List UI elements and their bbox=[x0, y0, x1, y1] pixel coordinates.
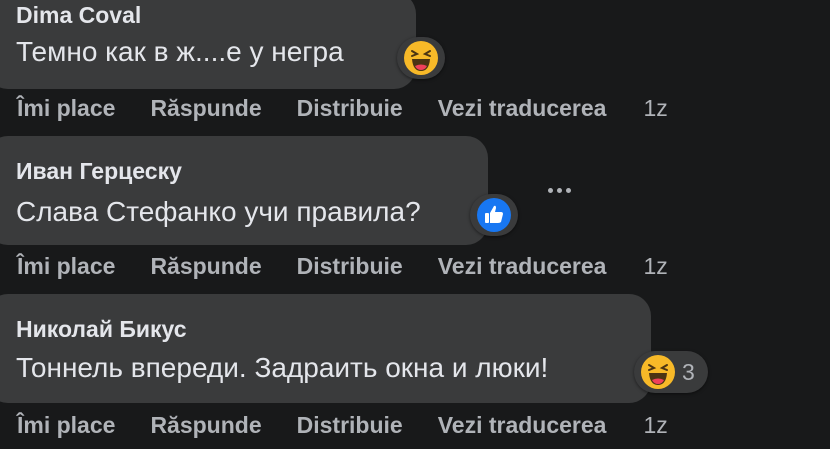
comment-actions: Îmi place Răspunde Distribuie Vezi tradu… bbox=[17, 95, 668, 122]
ellipsis-icon bbox=[547, 187, 553, 193]
timestamp[interactable]: 1z bbox=[643, 253, 667, 280]
timestamp[interactable]: 1z bbox=[643, 412, 667, 439]
like-reaction-icon bbox=[477, 198, 511, 232]
reply-action[interactable]: Răspunde bbox=[150, 412, 261, 439]
translate-action[interactable]: Vezi traducerea bbox=[438, 412, 607, 439]
ellipsis-dot bbox=[556, 187, 562, 193]
like-action[interactable]: Îmi place bbox=[17, 412, 115, 439]
ellipsis-dot bbox=[565, 187, 571, 193]
translate-action[interactable]: Vezi traducerea bbox=[438, 95, 607, 122]
comment-text: Темно как в ж....е у негра bbox=[16, 36, 344, 67]
comment-bubble: Николай Бикус Тоннель впереди. Задраить … bbox=[0, 294, 651, 403]
reaction-count: 3 bbox=[682, 358, 695, 385]
comment-bubble: Dima Coval Темно как в ж....е у негра bbox=[0, 0, 416, 89]
comment-author[interactable]: Dima Coval bbox=[16, 2, 141, 29]
reaction-summary[interactable]: 3 bbox=[634, 351, 708, 393]
timestamp[interactable]: 1z bbox=[643, 95, 667, 122]
haha-reaction-icon bbox=[641, 355, 675, 389]
comment-text: Слава Стефанко учи правила? bbox=[16, 196, 421, 227]
reaction-summary[interactable] bbox=[397, 37, 445, 79]
comment-actions: Îmi place Răspunde Distribuie Vezi tradu… bbox=[17, 253, 668, 280]
comment-bubble: Иван Герцеску Слава Стефанко учи правила… bbox=[0, 136, 488, 245]
comment-text: Тоннель впереди. Задраить окна и люки! bbox=[16, 352, 549, 383]
reply-action[interactable]: Răspunde bbox=[150, 95, 261, 122]
share-action[interactable]: Distribuie bbox=[297, 95, 403, 122]
haha-reaction-icon bbox=[404, 41, 438, 75]
like-action[interactable]: Îmi place bbox=[17, 95, 115, 122]
share-action[interactable]: Distribuie bbox=[297, 412, 403, 439]
comment-author[interactable]: Иван Герцеску bbox=[16, 158, 182, 185]
comment-actions: Îmi place Răspunde Distribuie Vezi tradu… bbox=[17, 412, 668, 439]
reply-action[interactable]: Răspunde bbox=[150, 253, 261, 280]
reaction-summary[interactable] bbox=[470, 194, 518, 236]
share-action[interactable]: Distribuie bbox=[297, 253, 403, 280]
translate-action[interactable]: Vezi traducerea bbox=[438, 253, 607, 280]
more-options-button[interactable] bbox=[542, 176, 576, 204]
comment-author[interactable]: Николай Бикус bbox=[16, 316, 187, 343]
like-action[interactable]: Îmi place bbox=[17, 253, 115, 280]
